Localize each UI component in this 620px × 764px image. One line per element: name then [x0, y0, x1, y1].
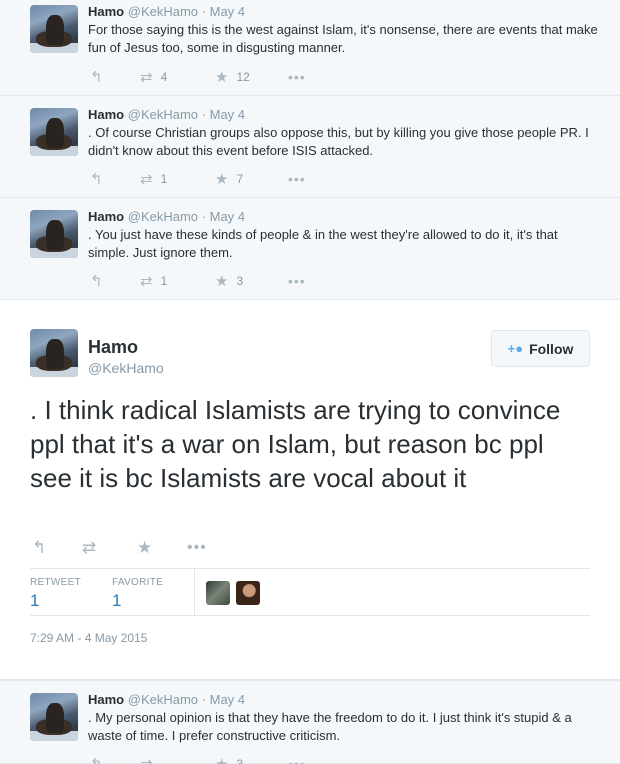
star-icon: ★ — [215, 755, 228, 764]
reply-icon: ↰ — [90, 755, 103, 764]
user-name[interactable]: Hamo — [88, 4, 124, 19]
stats-divider — [194, 569, 195, 615]
favorite-button[interactable]: ★ — [137, 538, 153, 557]
favorite-button[interactable]: ★3 — [215, 755, 243, 764]
reply-icon: ↰ — [90, 171, 103, 188]
retweet-button[interactable]: ⇄ — [82, 538, 97, 557]
reply-tweet[interactable]: Hamo @KekHamo · May 4 . Of course Christ… — [0, 96, 620, 198]
tweet-actions: ↰ ⇄ 1 ★ 7 ••• — [88, 170, 348, 188]
tweet-actions: ↰ ⇄ 1 ★ 3 ••• — [88, 272, 348, 290]
tweet-date[interactable]: May 4 — [210, 209, 245, 224]
favoriter-avatar[interactable] — [206, 581, 230, 605]
favorite-count: 12 — [236, 70, 250, 84]
tweet-text: For those saying this is the west agains… — [88, 22, 598, 55]
more-icon: ••• — [288, 171, 306, 187]
retweet-button[interactable]: ⇄ 1 — [140, 170, 167, 188]
reply-button[interactable]: ↰ — [90, 272, 103, 290]
tweet-actions: ↰ ⇄ 4 ★ 12 ••• — [88, 68, 348, 86]
follow-button[interactable]: +● Follow — [491, 330, 590, 367]
favorite-count: 3 — [236, 274, 244, 288]
star-icon: ★ — [137, 538, 153, 557]
tweet-text: . You just have these kinds of people & … — [88, 227, 558, 260]
retweet-icon: ⇄ — [140, 273, 153, 290]
favorite-button[interactable]: ★3 — [215, 272, 243, 290]
reply-button[interactable]: ↰ — [90, 68, 103, 86]
main-tweet: Hamo @KekHamo +● Follow . I think radica… — [0, 300, 620, 680]
star-icon: ★ — [215, 69, 229, 86]
retweet-stat[interactable]: RETWEET 1 — [30, 577, 81, 611]
tweet-date[interactable]: May 4 — [210, 4, 245, 19]
more-icon: ••• — [288, 273, 306, 289]
user-handle[interactable]: @KekHamo — [88, 360, 164, 376]
retweet-icon: ⇄ — [140, 69, 153, 86]
favorite-label: FAVORITE — [112, 577, 164, 588]
reply-icon: ↰ — [32, 538, 47, 557]
user-handle[interactable]: @KekHamo — [128, 692, 198, 707]
retweet-label: RETWEET — [30, 577, 81, 588]
more-button[interactable]: ••• — [187, 539, 207, 557]
tweet-actions: ↰ ⇄ ★ ••• — [30, 538, 230, 559]
reply-button[interactable]: ↰ — [90, 170, 103, 188]
star-icon: ★ — [215, 273, 229, 290]
user-handle[interactable]: @KekHamo — [128, 107, 198, 122]
user-handle[interactable]: @KekHamo — [128, 209, 198, 224]
follow-label: Follow — [529, 340, 574, 357]
tweet-text: . My personal opinion is that they have … — [88, 710, 572, 743]
more-button[interactable]: ••• — [288, 755, 306, 764]
more-icon: ••• — [288, 69, 306, 85]
reply-tweet[interactable]: Hamo @KekHamo · May 4 . You just have th… — [0, 198, 620, 300]
reply-tweet[interactable]: Hamo @KekHamo · May 4 . My personal opin… — [0, 680, 620, 764]
favorite-button[interactable]: ★ 7 — [215, 170, 243, 188]
tweet-header: Hamo @KekHamo · May 4 — [88, 692, 246, 707]
avatar[interactable] — [30, 329, 78, 377]
user-name[interactable]: Hamo — [88, 692, 124, 707]
tweet-text: . I think radical Islamists are trying t… — [30, 395, 561, 493]
star-icon: ★ — [215, 171, 229, 188]
user-name[interactable]: Hamo — [88, 337, 138, 358]
favorite-count: 7 — [236, 172, 244, 186]
favorite-count: 1 — [112, 591, 122, 610]
more-button[interactable]: ••• — [288, 170, 306, 188]
user-name[interactable]: Hamo — [88, 209, 124, 224]
reply-tweet[interactable]: Hamo @KekHamo · May 4 For those saying t… — [0, 0, 620, 96]
more-icon: ••• — [288, 756, 306, 764]
avatar[interactable] — [30, 108, 78, 156]
favorite-stat[interactable]: FAVORITE 1 — [112, 577, 163, 611]
tweet-stats: RETWEET 1 FAVORITE 1 — [30, 568, 590, 616]
user-name[interactable]: Hamo — [88, 107, 124, 122]
reply-icon: ↰ — [90, 273, 103, 290]
more-icon: ••• — [187, 539, 207, 556]
retweet-count: 4 — [160, 70, 168, 84]
retweet-count: 1 — [30, 591, 40, 610]
retweet-button[interactable]: ⇄ 1 — [140, 272, 167, 290]
retweet-icon: ⇄ — [82, 538, 97, 557]
favorite-button[interactable]: ★ 12 — [215, 68, 250, 86]
tweet-header: Hamo @KekHamo · May 4 — [88, 107, 246, 122]
add-user-icon: +● — [507, 341, 524, 356]
tweet-timestamp[interactable]: 7:29 AM - 4 May 2015 — [30, 631, 147, 645]
tweet-date[interactable]: May 4 — [210, 107, 245, 122]
favorite-count: 3 — [236, 757, 244, 764]
reply-button[interactable]: ↰ — [32, 538, 47, 557]
reply-icon: ↰ — [90, 69, 103, 86]
retweet-icon: ⇄ — [140, 755, 153, 764]
tweet-date[interactable]: May 4 — [210, 692, 245, 707]
retweet-icon: ⇄ — [140, 171, 153, 188]
tweet-header: Hamo @KekHamo · May 4 — [88, 4, 246, 19]
retweet-count: 1 — [160, 274, 168, 288]
more-button[interactable]: ••• — [288, 68, 306, 86]
retweet-button[interactable]: ⇄ — [140, 755, 153, 764]
reply-button[interactable]: ↰ — [90, 755, 103, 764]
tweet-header: Hamo @KekHamo · May 4 — [88, 209, 246, 224]
tweet-actions: ↰ ⇄ ★3 ••• — [88, 755, 348, 764]
avatar[interactable] — [30, 210, 78, 258]
user-handle[interactable]: @KekHamo — [128, 4, 198, 19]
favoriter-avatar[interactable] — [236, 581, 260, 605]
avatar[interactable] — [30, 693, 78, 741]
more-button[interactable]: ••• — [288, 272, 306, 290]
avatar[interactable] — [30, 5, 78, 53]
retweet-button[interactable]: ⇄ 4 — [140, 68, 167, 86]
retweet-count: 1 — [160, 172, 168, 186]
tweet-text: . Of course Christian groups also oppose… — [88, 125, 589, 158]
